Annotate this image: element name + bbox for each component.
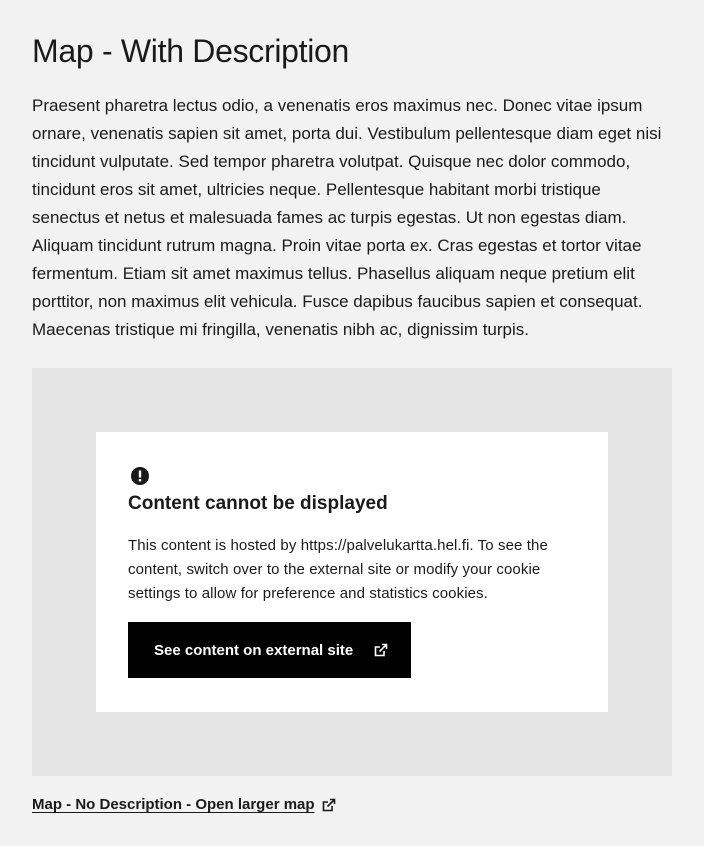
alert-circle-icon <box>131 467 149 485</box>
map-link-label: Map - No Description - Open larger map <box>32 796 315 813</box>
cookie-consent-notice: Content cannot be displayed This content… <box>96 432 608 712</box>
external-link-icon <box>373 642 389 658</box>
notice-text: This content is hosted by https://palvel… <box>128 537 548 602</box>
page-content: Map - With Description Praesent pharetra… <box>0 0 704 814</box>
map-description: Praesent pharetra lectus odio, a venenat… <box>32 96 662 339</box>
button-label: See content on external site <box>154 641 354 659</box>
page-title: Map - With Description <box>32 33 350 69</box>
open-larger-map-link[interactable]: Map - No Description - Open larger map <box>32 796 337 813</box>
map-embed-container: Content cannot be displayed This content… <box>32 368 672 776</box>
notice-title: Content cannot be displayed <box>128 493 388 514</box>
external-link-icon <box>321 797 337 813</box>
see-content-external-button[interactable]: See content on external site <box>128 622 412 678</box>
